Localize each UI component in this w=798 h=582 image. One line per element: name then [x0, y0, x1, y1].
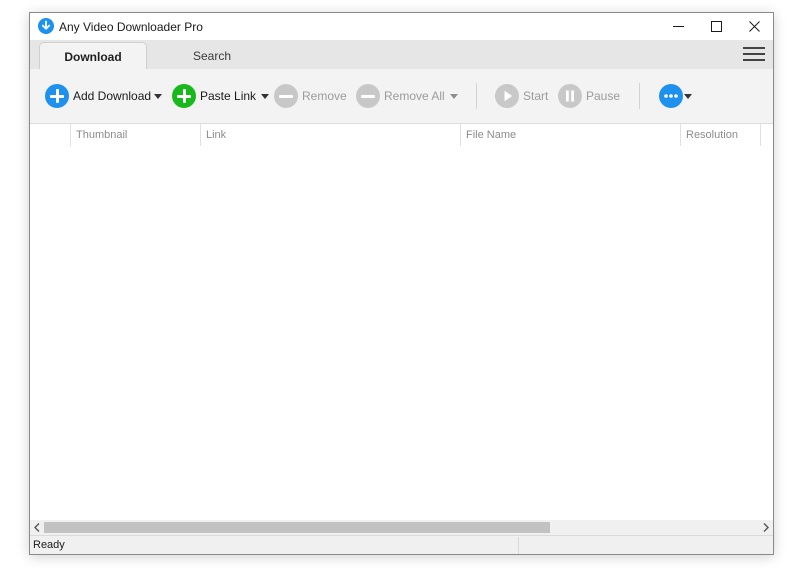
start-button[interactable]: Start: [495, 83, 548, 109]
column-header-overflow: [760, 124, 773, 146]
toolbar-divider: [476, 83, 477, 109]
hamburger-menu-icon[interactable]: [743, 45, 765, 63]
remove-all-button[interactable]: Remove All: [356, 83, 445, 109]
more-dots-icon: [659, 84, 683, 108]
status-bar: Ready: [30, 535, 773, 554]
pause-circle-icon: [558, 84, 582, 108]
column-header-resolution[interactable]: Resolution: [680, 124, 760, 146]
app-window: Any Video Downloader Pro Download Search…: [29, 12, 774, 555]
status-text: Ready: [33, 539, 65, 551]
more-options-button[interactable]: [659, 83, 683, 109]
title-bar: Any Video Downloader Pro: [30, 13, 773, 40]
download-list[interactable]: [30, 146, 773, 520]
window-title: Any Video Downloader Pro: [59, 20, 203, 34]
tab-search[interactable]: Search: [162, 42, 262, 69]
scroll-left-button[interactable]: [30, 520, 44, 535]
close-button[interactable]: [735, 13, 773, 40]
tab-download[interactable]: Download: [39, 42, 147, 70]
minimize-icon: [672, 26, 684, 27]
toolbar: Add Download Paste Link Remove Remove Al…: [30, 69, 773, 124]
remove-button[interactable]: Remove: [274, 83, 347, 109]
close-icon: [748, 21, 760, 32]
paste-link-dropdown-icon[interactable]: [261, 94, 269, 99]
scrollbar-thumb[interactable]: [44, 522, 550, 533]
pause-label: Pause: [586, 89, 621, 103]
chevron-left-icon: [34, 523, 40, 532]
maximize-button[interactable]: [697, 13, 735, 40]
status-divider: [518, 537, 519, 554]
plus-circle-icon: [172, 84, 196, 108]
minus-circle-icon: [356, 84, 380, 108]
start-label: Start: [523, 89, 549, 103]
column-header-link[interactable]: Link: [200, 124, 460, 146]
add-download-button[interactable]: Add Download: [45, 83, 151, 109]
minus-circle-icon: [274, 84, 298, 108]
pause-button[interactable]: Pause: [558, 83, 620, 109]
remove-label: Remove: [302, 89, 347, 103]
download-arrow-icon: [38, 18, 54, 34]
scroll-right-button[interactable]: [759, 520, 773, 535]
toolbar-divider: [639, 83, 640, 109]
minimize-button[interactable]: [659, 13, 697, 40]
add-download-label: Add Download: [73, 89, 152, 103]
paste-link-button[interactable]: Paste Link: [172, 83, 256, 109]
paste-link-label: Paste Link: [200, 89, 257, 103]
tab-bar: Download Search: [30, 40, 773, 70]
column-header-file-name[interactable]: File Name: [460, 124, 680, 146]
chevron-right-icon: [763, 523, 769, 532]
play-circle-icon: [495, 84, 519, 108]
more-options-dropdown-icon[interactable]: [684, 94, 692, 99]
column-header-thumbnail[interactable]: Thumbnail: [70, 124, 200, 146]
add-download-dropdown-icon[interactable]: [154, 94, 162, 99]
remove-all-dropdown-icon[interactable]: [450, 94, 458, 99]
table-header: Thumbnail Link File Name Resolution: [30, 124, 773, 146]
horizontal-scrollbar[interactable]: [30, 520, 773, 535]
remove-all-label: Remove All: [384, 89, 445, 103]
plus-circle-icon: [45, 84, 69, 108]
maximize-icon: [710, 21, 722, 32]
